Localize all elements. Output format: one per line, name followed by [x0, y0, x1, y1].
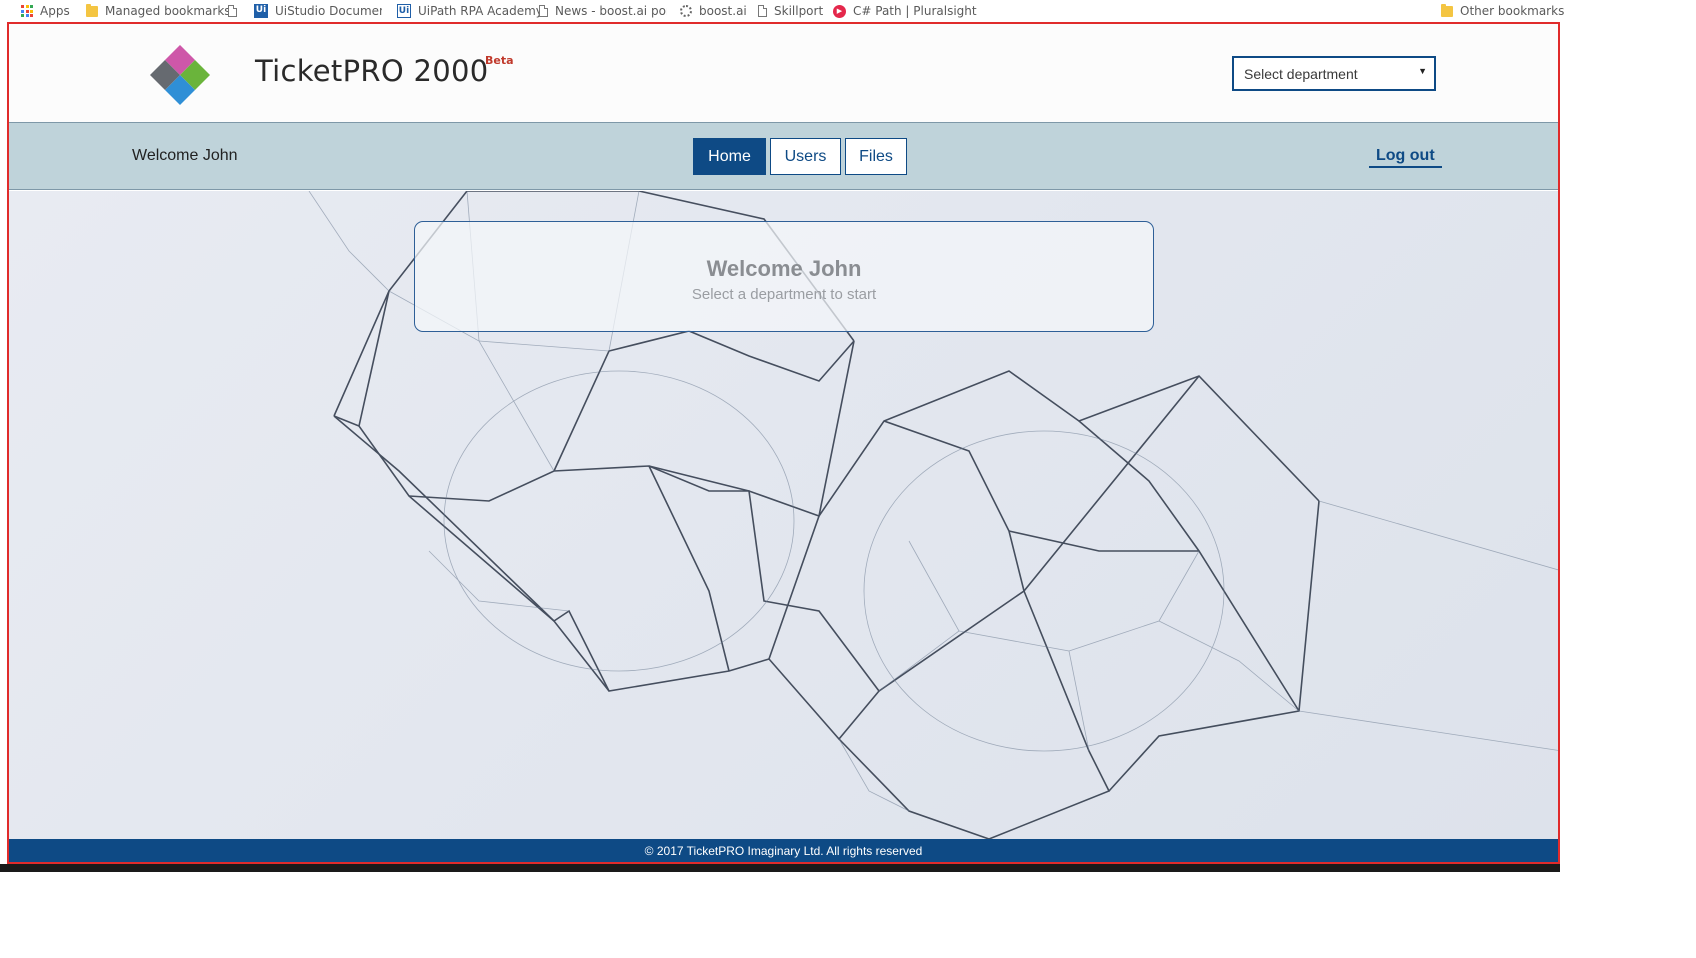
app-title: TicketPRO 2000 [255, 54, 489, 88]
folder-icon [1441, 3, 1453, 17]
bookmark-uistudio[interactable]: Ui UiStudio Documentat [254, 0, 382, 22]
bookmark-label: News - boost.ai porta [555, 4, 667, 18]
bookmark-label: Apps [40, 4, 70, 18]
bookmark-label: boost.ai [699, 4, 747, 18]
department-select-value: Select department [1244, 66, 1358, 82]
main-content: Welcome John Select a department to star… [9, 191, 1558, 839]
uipath-outline-icon: Ui [397, 4, 411, 18]
bookmark-managed[interactable]: Managed bookmarks [86, 0, 231, 22]
bookmark-apps[interactable]: Apps [21, 0, 70, 22]
bookmark-label: Managed bookmarks [105, 4, 231, 18]
nav-welcome-text: Welcome John [132, 147, 238, 164]
welcome-card-subtitle: Select a department to start [691, 286, 877, 303]
bookmark-label: UiStudio Documentat [275, 4, 382, 18]
welcome-card-title: Welcome John [706, 256, 862, 281]
bookmark-pluralsight[interactable]: ▶ C# Path | Pluralsight [833, 0, 977, 22]
gear-icon [680, 5, 692, 17]
taskbar-strip [0, 864, 1560, 872]
app-header: TicketPRO 2000 Beta Select department ▼ [9, 24, 1558, 123]
bookmark-label: UiPath RPA Academy [418, 4, 543, 18]
tab-files[interactable]: Files [845, 138, 907, 175]
beta-badge: Beta [485, 54, 514, 67]
page-icon [539, 5, 548, 17]
tab-home[interactable]: Home [693, 138, 766, 175]
bookmark-skillport[interactable]: Skillport [758, 0, 823, 22]
bookmark-label: Other bookmarks [1460, 4, 1565, 18]
chevron-down-icon: ▼ [1418, 66, 1427, 76]
pluralsight-icon: ▶ [833, 4, 846, 18]
footer-copyright: © 2017 TicketPRO Imaginary Ltd. All righ… [9, 839, 1558, 862]
welcome-card: Welcome John Select a department to star… [414, 221, 1154, 332]
nav-bar: Welcome John Home Users Files Log out [9, 123, 1558, 190]
bookmark-label: Skillport [774, 4, 824, 18]
bookmark-uipath-academy[interactable]: Ui UiPath RPA Academy [397, 0, 543, 22]
page-icon [228, 5, 237, 17]
bookmarks-bar: Apps Managed bookmarks Ui UiStudio Docum… [0, 0, 1696, 22]
tab-users[interactable]: Users [770, 138, 841, 175]
apps-grid-icon [21, 5, 33, 17]
page-icon [758, 5, 767, 17]
uipath-icon: Ui [254, 4, 268, 18]
logout-link[interactable]: Log out [1369, 147, 1442, 168]
bookmark-boost-news[interactable]: News - boost.ai porta [539, 0, 667, 22]
diamond-logo-icon [150, 45, 210, 105]
bookmark-other[interactable]: Other bookmarks [1441, 0, 1564, 22]
bookmark-boost[interactable]: boost.ai [680, 0, 747, 22]
department-select[interactable]: Select department ▼ [1232, 56, 1436, 91]
desktop-below [0, 864, 1696, 958]
folder-icon [86, 3, 98, 17]
bookmark-page[interactable] [228, 0, 244, 22]
app-frame: TicketPRO 2000 Beta Select department ▼ … [7, 22, 1560, 864]
bookmark-label: C# Path | Pluralsight [853, 4, 977, 18]
